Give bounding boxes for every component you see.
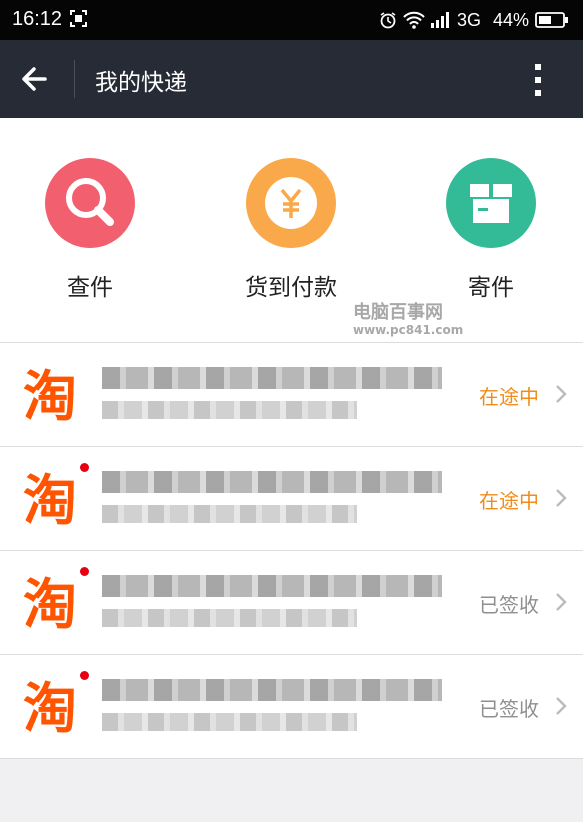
quick-action-label: 寄件 [468, 275, 514, 301]
quick-action-cod[interactable]: 货到付款 [211, 158, 371, 302]
watermark-url: www.pc841.com [353, 323, 464, 337]
parcel-title-blurred [102, 575, 442, 597]
more-menu-icon[interactable] [528, 62, 548, 98]
wifi-icon [403, 11, 425, 29]
parcel-title-blurred [102, 471, 442, 493]
quick-action-send[interactable]: 寄件 [411, 158, 571, 302]
box-icon [446, 158, 536, 248]
parcel-status: 已签收 [479, 593, 539, 617]
taobao-logo-icon: 淘 [23, 573, 77, 632]
unread-dot [80, 567, 89, 576]
taobao-logo-icon: 淘 [23, 677, 77, 736]
status-bar: 16:12 3G 44% [0, 0, 583, 40]
parcel-row[interactable]: 淘 已签收 [0, 655, 583, 759]
battery-level: 44% [492, 9, 529, 30]
svg-text:淘: 淘 [23, 469, 77, 528]
signal-icon [430, 12, 449, 28]
title-divider [74, 60, 75, 98]
parcel-status: 在途中 [479, 385, 539, 409]
taobao-logo-icon: 淘 [23, 365, 77, 424]
screenshot-icon [70, 10, 87, 27]
parcel-detail-blurred [102, 505, 357, 523]
parcel-row[interactable]: 淘 在途中 [0, 343, 583, 447]
parcel-title-blurred [102, 367, 442, 389]
parcel-status: 在途中 [479, 489, 539, 513]
parcel-title-blurred [102, 679, 442, 701]
quick-action-label: 货到付款 [245, 275, 337, 301]
unread-dot [80, 671, 89, 680]
title-bar: 我的快递 [0, 40, 583, 118]
page-title: 我的快递 [95, 70, 187, 96]
alarm-icon [380, 12, 396, 29]
chevron-right-icon [556, 385, 567, 403]
watermark-title: 电脑百事网 [353, 302, 443, 323]
chevron-right-icon [556, 593, 567, 611]
quick-actions: 查件 货到付款 寄件 电脑百事网 www.pc841.com [0, 118, 583, 342]
chevron-right-icon [556, 489, 567, 507]
back-arrow-icon[interactable] [18, 60, 58, 98]
unread-dot [80, 463, 89, 472]
network-type: 3G [456, 9, 481, 30]
parcel-detail-blurred [102, 401, 357, 419]
quick-action-query[interactable]: 查件 [10, 158, 170, 302]
svg-text:淘: 淘 [23, 365, 77, 424]
quick-action-label: 查件 [67, 275, 113, 301]
parcel-detail-blurred [102, 609, 357, 627]
search-icon [45, 158, 135, 248]
svg-text:淘: 淘 [23, 573, 77, 632]
svg-text:淘: 淘 [23, 677, 77, 736]
taobao-logo-icon: 淘 [23, 469, 77, 528]
parcel-row[interactable]: 淘 已签收 [0, 551, 583, 655]
clock: 16:12 [12, 8, 63, 30]
chevron-right-icon [556, 697, 567, 715]
yen-icon [246, 158, 336, 248]
parcel-detail-blurred [102, 713, 357, 731]
parcel-row[interactable]: 淘 在途中 [0, 447, 583, 551]
parcel-status: 已签收 [479, 697, 539, 721]
parcel-list: 淘 在途中 淘 在途中 淘 已签收 淘 已签收 [0, 342, 583, 759]
battery-icon [535, 12, 568, 28]
